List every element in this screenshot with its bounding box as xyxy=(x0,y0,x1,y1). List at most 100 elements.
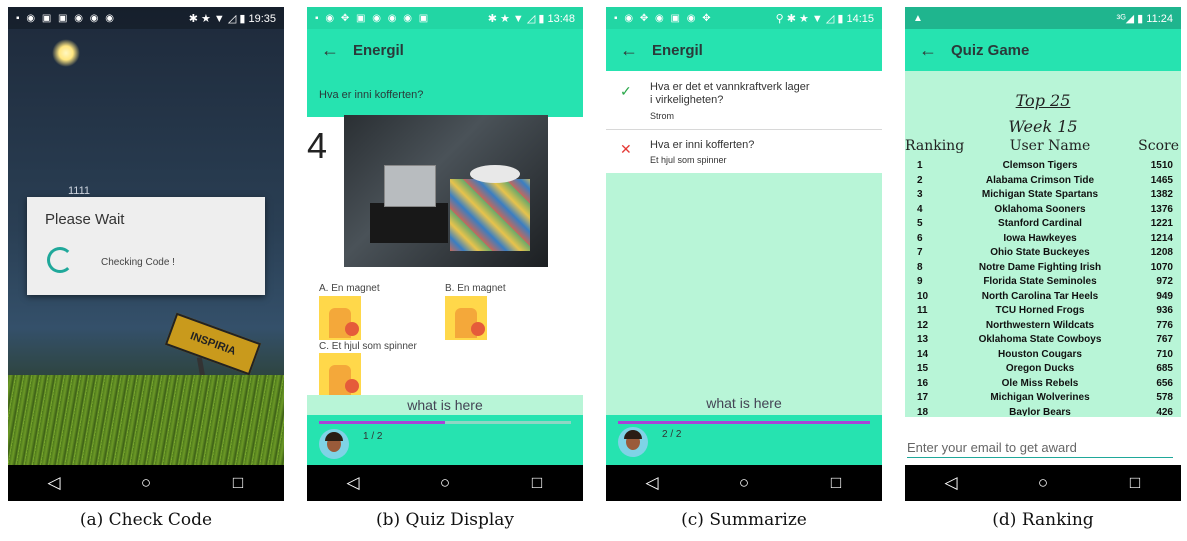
nav-recents-icon[interactable]: □ xyxy=(1115,473,1155,493)
status-icons: ▪ ◉ ✥ ◉ ▣ ◉ ✥ xyxy=(614,12,713,24)
nav-back-icon[interactable]: ◁ xyxy=(632,473,672,493)
table-row: 14 Houston Cougars 710 xyxy=(905,349,1181,361)
score-cell: 1465 xyxy=(1150,174,1173,186)
nav-back-icon[interactable]: ◁ xyxy=(34,473,74,493)
phone-check-code: ▪ ◉ ▣ ▣ ◉ ◉ ◉ ✱ ★ ▼ ◿ ▮ 19:35 1111 Pleas… xyxy=(8,7,284,501)
back-arrow-icon[interactable]: ← xyxy=(905,40,951,61)
sign-text: INSPIRIA xyxy=(188,330,238,358)
name-cell: Baylor Bears xyxy=(1009,406,1071,417)
summary-answer: Et hjul som spinner xyxy=(650,155,727,165)
nav-home-icon[interactable]: ○ xyxy=(724,473,764,493)
option-c-image[interactable] xyxy=(319,353,361,397)
name-cell: Stanford Cardinal xyxy=(998,218,1082,229)
nav-home-icon[interactable]: ○ xyxy=(1023,473,1063,493)
phone-summarize: ▪ ◉ ✥ ◉ ▣ ◉ ✥ ⚲ ✱ ★ ▼ ◿ ▮ 14:15 ← Energi… xyxy=(606,7,882,501)
caption-a: (a) Check Code xyxy=(79,510,213,530)
score-cell: 776 xyxy=(1156,319,1173,331)
rank-cell: 9 xyxy=(917,276,923,287)
rank-cell: 7 xyxy=(917,247,923,258)
score-cell: 936 xyxy=(1156,305,1173,316)
table-row: 7 Ohio State Buckeyes 1208 xyxy=(905,247,1181,259)
option-b-label[interactable]: B. En magnet xyxy=(445,283,506,294)
option-b-image[interactable] xyxy=(445,296,487,340)
status-bar: ▪ ◉ ▣ ▣ ◉ ◉ ◉ ✱ ★ ▼ ◿ ▮ 19:35 xyxy=(8,7,284,29)
email-area xyxy=(905,417,1181,465)
nav-bar: ◁ ○ □ xyxy=(905,465,1181,501)
nav-recents-icon[interactable]: □ xyxy=(517,473,557,493)
leaderboard-list[interactable]: 1 Clemson Tigers 1510 2 Alabama Crimson Tide… xyxy=(905,160,1181,416)
email-input[interactable] xyxy=(907,437,1173,458)
name-cell: Ohio State Buckeyes xyxy=(990,247,1090,258)
status-icons: ▪ ◉ ▣ ▣ ◉ ◉ ◉ xyxy=(16,12,117,24)
column-ranking: Ranking xyxy=(905,138,965,154)
spinner-icon xyxy=(47,247,73,273)
score-cell: 656 xyxy=(1156,377,1173,389)
nav-back-icon[interactable]: ◁ xyxy=(333,473,373,493)
progress-label: 2 / 2 xyxy=(662,429,682,440)
column-score: Score xyxy=(1138,138,1179,154)
table-row: 3 Michigan State Spartans 1382 xyxy=(905,189,1181,201)
name-cell: Michigan Wolverines xyxy=(990,392,1090,403)
option-a-image[interactable] xyxy=(319,296,361,340)
score-cell: 578 xyxy=(1156,392,1173,403)
progress-fill xyxy=(618,421,870,424)
answer-text: what is here xyxy=(307,395,583,415)
grass-image xyxy=(8,375,284,465)
leaderboard-subheading: Week 15 xyxy=(1008,117,1078,136)
score-cell: 767 xyxy=(1156,334,1173,345)
photo-pattern-box xyxy=(450,179,530,251)
name-cell: Clemson Tigers xyxy=(1002,160,1078,171)
warning-icon: ▲ xyxy=(913,12,925,24)
column-user-name: User Name xyxy=(1009,138,1091,154)
progress-footer: 1 / 2 xyxy=(307,415,583,465)
rank-cell: 3 xyxy=(917,189,923,200)
name-cell: North Carolina Tar Heels xyxy=(981,290,1099,302)
name-cell: Oklahoma State Cowboys xyxy=(978,334,1102,345)
divider xyxy=(606,129,882,130)
rank-cell: 15 xyxy=(917,363,929,374)
caption-b: (b) Quiz Display xyxy=(375,510,515,530)
score-cell: 1214 xyxy=(1150,232,1173,244)
nav-recents-icon[interactable]: □ xyxy=(218,473,258,493)
empty-area xyxy=(606,173,882,415)
question-text: Hva er inni kofferten? xyxy=(319,89,424,101)
rank-cell: 12 xyxy=(917,319,929,331)
status-clock: ✱ ★ ▼ ◿ ▮ 19:35 xyxy=(188,12,276,25)
nav-home-icon[interactable]: ○ xyxy=(126,473,166,493)
table-row: 9 Florida State Seminoles 972 xyxy=(905,276,1181,288)
table-row: 1 Clemson Tigers 1510 xyxy=(905,160,1181,172)
name-cell: Notre Dame Fighting Irish xyxy=(978,261,1102,273)
name-cell: Alabama Crimson Tide xyxy=(985,174,1095,186)
summary-item-wrong[interactable]: ✕ Hva er inni kofferten? Et hjul som spi… xyxy=(606,139,882,169)
back-arrow-icon[interactable]: ← xyxy=(606,40,652,61)
rank-cell: 6 xyxy=(917,232,923,244)
table-row: 16 Ole Miss Rebels 656 xyxy=(905,378,1181,390)
name-cell: Houston Cougars xyxy=(998,348,1082,360)
sun-image xyxy=(52,39,80,67)
rank-cell: 14 xyxy=(917,348,929,360)
photo-disk xyxy=(470,165,520,183)
nav-home-icon[interactable]: ○ xyxy=(425,473,465,493)
back-arrow-icon[interactable]: ← xyxy=(307,40,353,61)
question-line-1: Hva er inni kofferten? xyxy=(650,139,755,151)
nav-recents-icon[interactable]: □ xyxy=(816,473,856,493)
name-cell: Michigan State Spartans xyxy=(981,189,1099,200)
score-cell: 1070 xyxy=(1150,261,1173,273)
rank-cell: 10 xyxy=(917,290,929,302)
option-c-label[interactable]: C. Et hjul som spinner xyxy=(319,341,417,352)
nav-back-icon[interactable]: ◁ xyxy=(931,473,971,493)
status-bar: ▲ ³ᴳ◢ ▮ 11:24 xyxy=(905,7,1181,29)
please-wait-dialog: Please Wait Checking Code ! xyxy=(27,197,265,295)
app-title: Quiz Game xyxy=(951,41,1030,59)
summary-item-correct[interactable]: ✓ Hva er det et vannkraftverk lager i vi… xyxy=(606,81,882,127)
photo-black-box xyxy=(370,203,448,243)
table-row: 2 Alabama Crimson Tide 1465 xyxy=(905,175,1181,187)
leaderboard-heading: Top 25 xyxy=(1015,91,1071,110)
progress-bar xyxy=(618,421,870,424)
rank-cell: 13 xyxy=(917,334,929,345)
status-clock: ⚲ ✱ ★ ▼ ◿ ▮ 14:15 xyxy=(775,12,874,25)
option-a-label[interactable]: A. En magnet xyxy=(319,283,380,294)
question-number: 4 xyxy=(307,125,328,166)
question-bar: Hva er inni kofferten? xyxy=(307,71,583,117)
score-cell: 1221 xyxy=(1150,218,1173,229)
